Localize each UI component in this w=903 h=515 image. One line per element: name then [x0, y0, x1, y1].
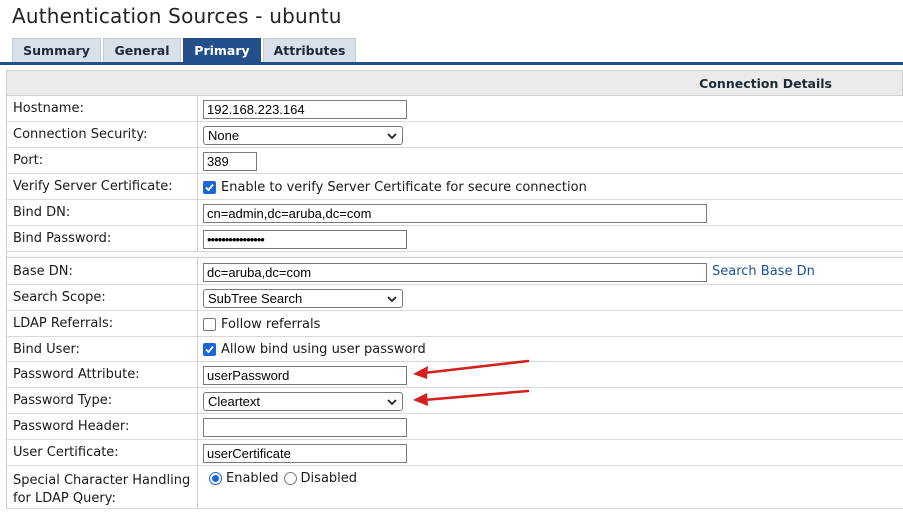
bind-user-label: Bind User: — [7, 337, 198, 361]
special-char-enabled-label: Enabled — [226, 471, 279, 486]
user-certificate-input[interactable] — [203, 444, 407, 463]
bind-dn-input[interactable] — [203, 204, 707, 223]
tab-bar: Summary General Primary Attributes — [12, 38, 358, 62]
section-header: Connection Details — [6, 70, 903, 96]
password-header-label: Password Header: — [7, 414, 198, 439]
base-dn-label: Base DN: — [7, 258, 198, 284]
bind-dn-label: Bind DN: — [7, 200, 198, 225]
chevron-down-icon — [387, 399, 397, 406]
follow-referrals-text: Follow referrals — [221, 317, 321, 332]
search-scope-label: Search Scope: — [7, 285, 198, 310]
page-title: Authentication Sources - ubuntu — [12, 4, 342, 28]
row-password-header: Password Header: — [6, 414, 903, 440]
search-base-dn-link[interactable]: Search Base Dn — [712, 264, 815, 279]
verify-cert-text: Enable to verify Server Certificate for … — [221, 180, 587, 195]
tab-attributes[interactable]: Attributes — [263, 38, 356, 62]
tab-general[interactable]: General — [103, 38, 181, 62]
checkmark-icon — [205, 345, 214, 354]
follow-referrals-checkbox[interactable] — [203, 318, 216, 331]
row-special-char: Special Character Handling for LDAP Quer… — [6, 466, 903, 509]
password-header-input[interactable] — [203, 418, 407, 437]
port-label: Port: — [7, 148, 198, 173]
search-scope-value: SubTree Search — [208, 291, 303, 306]
row-bind-password: Bind Password: — [6, 226, 903, 252]
user-certificate-label: User Certificate: — [7, 440, 198, 465]
special-char-disabled-label: Disabled — [300, 471, 358, 486]
special-char-enabled-radio[interactable] — [209, 472, 222, 485]
hostname-label: Hostname: — [7, 96, 198, 121]
row-user-certificate: User Certificate: — [6, 440, 903, 466]
red-arrow-icon — [413, 359, 530, 379]
row-bind-dn: Bind DN: — [6, 200, 903, 226]
tab-primary[interactable]: Primary — [183, 38, 261, 62]
row-hostname: Hostname: — [6, 96, 903, 122]
row-ldap-referrals: LDAP Referrals: Follow referrals — [6, 311, 903, 337]
search-scope-select[interactable]: SubTree Search — [203, 289, 403, 308]
verify-cert-label: Verify Server Certificate: — [7, 174, 198, 199]
ldap-referrals-label: LDAP Referrals: — [7, 311, 198, 336]
bind-password-label: Bind Password: — [7, 226, 198, 251]
verify-cert-option: Enable to verify Server Certificate for … — [203, 180, 587, 195]
password-type-value: Cleartext — [208, 394, 261, 409]
chevron-down-icon — [387, 296, 397, 303]
bind-password-input[interactable] — [203, 230, 407, 249]
row-connection-security: Connection Security: None — [6, 122, 903, 148]
connection-security-select[interactable]: None — [203, 126, 403, 145]
verify-cert-checkbox[interactable] — [203, 181, 216, 194]
special-char-label: Special Character Handling for LDAP Quer… — [7, 466, 198, 508]
password-type-label: Password Type: — [7, 388, 198, 413]
bind-user-option: Allow bind using user password — [203, 342, 426, 357]
port-input[interactable] — [203, 152, 257, 171]
hostname-input[interactable] — [203, 100, 407, 119]
checkmark-icon — [205, 183, 214, 192]
password-attribute-input[interactable] — [203, 366, 407, 385]
ldap-referrals-option: Follow referrals — [203, 317, 320, 332]
bind-user-checkbox[interactable] — [203, 343, 216, 356]
section-title: Connection Details — [699, 76, 832, 91]
password-attribute-label: Password Attribute: — [7, 362, 198, 387]
special-char-options: Enabled Disabled — [209, 471, 357, 486]
chevron-down-icon — [387, 133, 397, 140]
special-char-disabled-radio[interactable] — [283, 472, 297, 485]
password-type-select[interactable]: Cleartext — [203, 392, 403, 411]
tab-underline — [0, 62, 903, 65]
tab-summary[interactable]: Summary — [12, 38, 101, 62]
row-search-scope: Search Scope: SubTree Search — [6, 285, 903, 311]
connection-security-value: None — [208, 128, 240, 143]
row-base-dn: Base DN: Search Base Dn — [6, 257, 903, 285]
connection-details-panel: Connection Details Hostname: Connection … — [6, 70, 903, 515]
row-verify-cert: Verify Server Certificate: Enable to ver… — [6, 174, 903, 200]
connection-security-label: Connection Security: — [7, 122, 198, 147]
row-port: Port: — [6, 148, 903, 174]
base-dn-input[interactable] — [203, 263, 707, 282]
bind-user-text: Allow bind using user password — [221, 342, 426, 357]
red-arrow-icon — [413, 389, 530, 406]
